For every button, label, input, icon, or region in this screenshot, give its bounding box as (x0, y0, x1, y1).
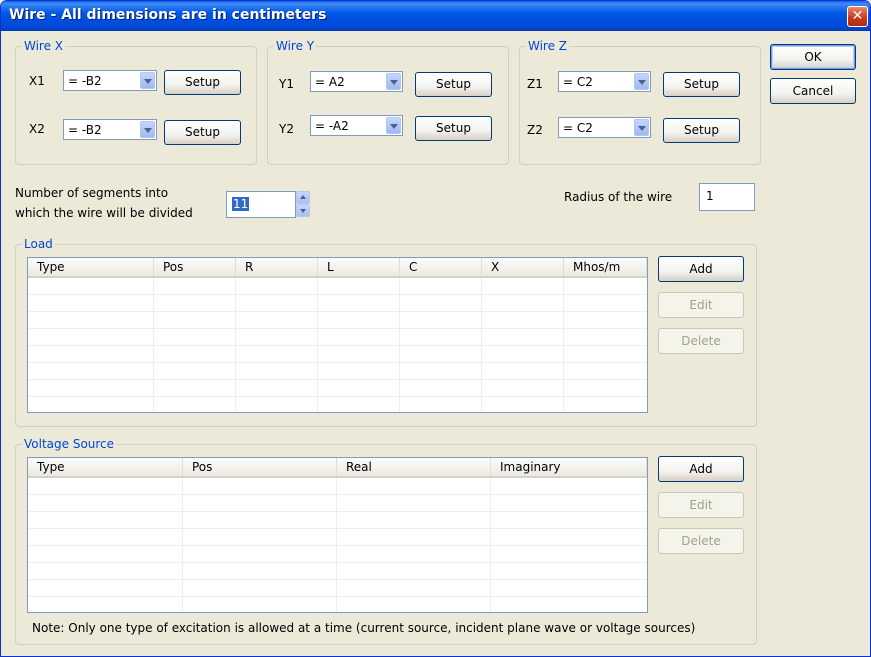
y1-setup-button[interactable]: Setup (415, 72, 492, 97)
radius-input[interactable]: 1 (699, 183, 755, 211)
load-col-type[interactable]: Type (28, 258, 154, 276)
load-col-mhos[interactable]: Mhos/m (564, 258, 647, 276)
table-row[interactable] (28, 495, 647, 512)
load-delete-button[interactable]: Delete (658, 328, 744, 354)
y2-combo[interactable]: = -A2 (310, 115, 403, 136)
load-table-header: Type Pos R L C X Mhos/m (28, 258, 647, 278)
voltage-source-legend: Voltage Source (24, 437, 115, 451)
wire-x-group: Wire X (15, 39, 257, 165)
table-row[interactable] (28, 563, 647, 580)
y1-combo[interactable]: = A2 (310, 71, 403, 92)
load-edit-button[interactable]: Edit (658, 292, 744, 318)
segments-input[interactable]: 11 (226, 191, 296, 218)
z2-combo[interactable]: = C2 (558, 117, 651, 138)
vs-delete-button[interactable]: Delete (658, 528, 744, 554)
voltage-source-table[interactable]: Type Pos Real Imaginary (27, 457, 648, 613)
chevron-down-icon[interactable] (386, 117, 401, 134)
radius-label: Radius of the wire (564, 190, 673, 204)
wire-x-legend: Wire X (24, 39, 64, 53)
wire-z-legend: Wire Z (528, 39, 568, 53)
spin-down-icon[interactable] (296, 204, 310, 217)
close-button[interactable]: ✕ (847, 6, 868, 27)
chevron-down-icon[interactable] (140, 121, 155, 138)
table-row[interactable] (28, 380, 647, 397)
x1-combo[interactable]: = -B2 (63, 70, 157, 91)
vs-col-real[interactable]: Real (337, 458, 491, 476)
table-row[interactable] (28, 278, 647, 295)
y1-value: = A2 (315, 75, 345, 89)
y2-label: Y2 (279, 122, 294, 136)
load-col-c[interactable]: C (400, 258, 482, 276)
excitation-note: Note: Only one type of excitation is all… (30, 621, 698, 635)
close-icon: ✕ (851, 8, 864, 24)
x1-setup-button[interactable]: Setup (164, 70, 241, 95)
chevron-down-icon[interactable] (634, 73, 649, 90)
radius-value: 1 (706, 189, 714, 203)
table-row[interactable] (28, 580, 647, 597)
wire-y-legend: Wire Y (276, 39, 315, 53)
load-legend: Load (24, 237, 53, 251)
load-col-pos[interactable]: Pos (154, 258, 236, 276)
chevron-down-icon[interactable] (386, 73, 401, 90)
load-col-l[interactable]: L (318, 258, 400, 276)
table-row[interactable] (28, 346, 647, 363)
table-row[interactable] (28, 529, 647, 546)
segments-label-line2: which the wire will be divided (15, 206, 193, 220)
load-table[interactable]: Type Pos R L C X Mhos/m (27, 257, 648, 413)
table-row[interactable] (28, 546, 647, 563)
table-row[interactable] (28, 478, 647, 495)
y2-value: = -A2 (315, 119, 349, 133)
voltage-source-table-header: Type Pos Real Imaginary (28, 458, 647, 478)
x1-label: X1 (29, 74, 45, 88)
spin-up-icon[interactable] (296, 191, 310, 204)
table-row[interactable] (28, 363, 647, 380)
y1-label: Y1 (279, 77, 294, 91)
title-bar[interactable]: Wire - All dimensions are in centimeters… (1, 1, 870, 31)
z2-value: = C2 (563, 121, 593, 135)
wire-y-group: Wire Y (267, 39, 509, 165)
z1-value: = C2 (563, 75, 593, 89)
vs-col-imaginary[interactable]: Imaginary (491, 458, 647, 476)
segments-value: 11 (232, 197, 250, 211)
table-row[interactable] (28, 312, 647, 329)
load-add-button[interactable]: Add (658, 256, 744, 282)
segments-spinner[interactable] (296, 191, 310, 217)
table-row[interactable] (28, 329, 647, 346)
y2-setup-button[interactable]: Setup (415, 116, 492, 141)
x2-combo[interactable]: = -B2 (63, 119, 157, 140)
load-col-x[interactable]: X (482, 258, 564, 276)
window-title: Wire - All dimensions are in centimeters (9, 7, 327, 23)
wire-z-group: Wire Z (519, 39, 761, 165)
vs-edit-button[interactable]: Edit (658, 492, 744, 518)
vs-add-button[interactable]: Add (658, 456, 744, 482)
ok-button[interactable]: OK (770, 44, 856, 70)
x2-value: = -B2 (68, 123, 102, 137)
z1-setup-button[interactable]: Setup (663, 72, 740, 97)
z1-label: Z1 (527, 77, 543, 91)
x2-label: X2 (29, 122, 45, 136)
x1-value: = -B2 (68, 74, 102, 88)
wire-dialog: Wire - All dimensions are in centimeters… (0, 0, 871, 657)
dialog-client: Wire X X1 = -B2 Setup X2 = -B2 Setup Wir… (4, 31, 867, 653)
table-row[interactable] (28, 512, 647, 529)
load-col-r[interactable]: R (236, 258, 318, 276)
x2-setup-button[interactable]: Setup (164, 120, 241, 145)
z2-label: Z2 (527, 123, 543, 137)
cancel-button[interactable]: Cancel (770, 78, 856, 104)
chevron-down-icon[interactable] (140, 72, 155, 89)
table-row[interactable] (28, 295, 647, 312)
vs-col-type[interactable]: Type (28, 458, 183, 476)
chevron-down-icon[interactable] (634, 119, 649, 136)
z1-combo[interactable]: = C2 (558, 71, 651, 92)
vs-col-pos[interactable]: Pos (183, 458, 337, 476)
segments-label-line1: Number of segments into (15, 186, 169, 200)
z2-setup-button[interactable]: Setup (663, 118, 740, 143)
